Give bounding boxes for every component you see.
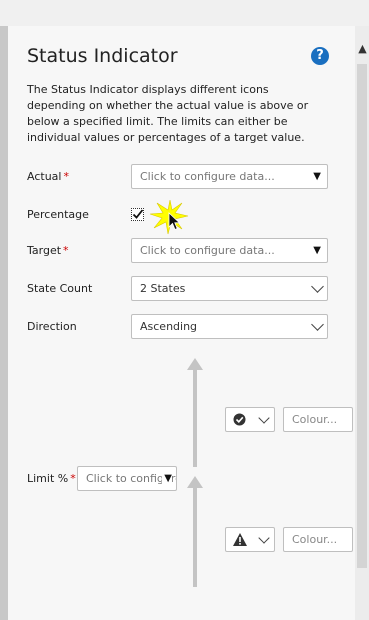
upper-arrow-shaft (193, 369, 197, 467)
top-toolbar (0, 0, 369, 27)
actual-data-picker[interactable]: Click to configure data... ▼ (131, 164, 328, 189)
scrollbar-thumb[interactable] (357, 64, 367, 568)
help-icon[interactable]: ? (311, 47, 329, 65)
limit-label: Limit % * (27, 472, 76, 485)
state-1-colour-picker[interactable]: Colour... (283, 407, 353, 432)
required-marker: * (63, 244, 69, 257)
percentage-label: Percentage (27, 208, 89, 221)
chevron-down-icon (311, 318, 324, 331)
target-data-picker[interactable]: Click to configure data... ▼ (131, 238, 328, 263)
target-label: Target * (27, 244, 69, 257)
chevron-down-icon (258, 532, 270, 544)
state-2-colour-picker[interactable]: Colour... (283, 527, 353, 552)
chevron-down-icon (258, 412, 270, 424)
panel-description: The Status Indicator displays different … (27, 83, 309, 144)
dropdown-arrow-icon: ▼ (162, 467, 172, 490)
dropdown-arrow-icon: ▼ (313, 245, 321, 256)
state-count-label: State Count (27, 282, 93, 295)
direction-label: Direction (27, 320, 77, 333)
percentage-checkbox[interactable] (131, 208, 144, 221)
limit-data-picker[interactable]: Click to configure data... ▼ (77, 466, 177, 491)
chevron-down-icon (311, 280, 324, 293)
state-count-select[interactable]: 2 States (131, 276, 328, 301)
left-edge-strip (0, 26, 8, 620)
warning-triangle-icon (233, 533, 247, 546)
panel-title: Status Indicator (27, 45, 178, 67)
dropdown-arrow-icon: ▼ (313, 171, 321, 182)
lower-arrow-shaft (193, 487, 197, 587)
scroll-up-arrow-icon[interactable]: ▲ (356, 40, 369, 58)
check-circle-icon (233, 413, 246, 426)
state-2-icon-select[interactable] (225, 527, 275, 552)
actual-label: Actual * (27, 170, 69, 183)
required-marker: * (70, 472, 76, 485)
required-marker: * (63, 170, 69, 183)
state-1-icon-select[interactable] (225, 407, 275, 432)
direction-select[interactable]: Ascending (131, 314, 328, 339)
checkmark-icon (132, 209, 144, 219)
mouse-cursor-icon (168, 212, 181, 231)
